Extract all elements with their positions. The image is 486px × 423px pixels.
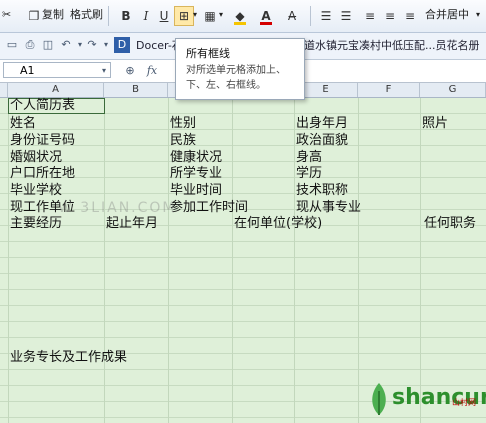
all-borders-button[interactable]: ⊞ xyxy=(174,6,194,26)
name-box[interactable]: A1 xyxy=(3,62,111,78)
copy-icon[interactable]: ❐ xyxy=(24,6,44,26)
cell[interactable]: 照片 xyxy=(422,116,448,132)
cell[interactable]: 健康状况 xyxy=(170,150,222,166)
cell[interactable]: 在何单位(学校) xyxy=(234,216,322,232)
print-icon[interactable]: ⎙ xyxy=(22,37,38,53)
grid-line xyxy=(168,98,169,423)
cell[interactable]: 起止年月 xyxy=(106,216,158,232)
cell[interactable]: 业务专长及工作成果 xyxy=(10,350,127,366)
cell[interactable]: 参加工作时间 xyxy=(170,200,248,216)
cell[interactable]: 任何职务 xyxy=(424,216,476,232)
tooltip-description: 对所选单元格添加上、下、左、右框线。 xyxy=(186,65,286,91)
divider xyxy=(108,6,109,26)
logo-subtext: 山村网 xyxy=(452,398,476,407)
cut-icon[interactable]: ✂ xyxy=(2,4,20,26)
save-icon[interactable]: ▭ xyxy=(4,37,20,53)
cell[interactable]: 学历 xyxy=(296,166,322,182)
divider xyxy=(310,6,311,26)
cell[interactable]: 姓名 xyxy=(10,116,36,132)
grid-line xyxy=(104,98,105,423)
align-top-icon[interactable]: ☰ xyxy=(316,6,336,26)
italic-button[interactable]: I xyxy=(136,6,156,26)
format-painter-button[interactable]: 格式刷 xyxy=(70,4,103,26)
cell[interactable]: 婚姻状况 xyxy=(10,150,62,166)
select-all-corner[interactable] xyxy=(0,83,8,97)
cell[interactable]: 民族 xyxy=(170,133,196,149)
cell[interactable]: 户口所在地 xyxy=(10,166,75,182)
cell[interactable]: 政治面貌 xyxy=(296,133,348,149)
align-left-icon[interactable]: ≡ xyxy=(360,6,380,26)
column-header[interactable]: B xyxy=(104,83,168,97)
grid-line xyxy=(358,98,359,423)
bold-button[interactable]: B xyxy=(116,6,136,26)
cell[interactable]: 毕业时间 xyxy=(170,183,222,199)
cell[interactable]: 毕业学校 xyxy=(10,183,62,199)
grid-line xyxy=(232,98,233,423)
cell[interactable]: 现从事专业 xyxy=(296,200,361,216)
site-logo: shancun 山村网 xyxy=(362,379,486,419)
chevron-down-icon[interactable]: ▾ xyxy=(98,37,114,53)
tab-document[interactable]: 道水镇元宝凑村中低压配...员花名册07 xyxy=(304,36,486,72)
font-color-swatch xyxy=(260,22,272,25)
cell[interactable]: 出身年月 xyxy=(296,116,348,132)
tooltip-title: 所有框线 xyxy=(186,47,230,60)
grid-line xyxy=(294,98,295,423)
merge-center-button[interactable]: 合并居中 xyxy=(425,4,469,26)
chevron-down-icon[interactable]: ▾ xyxy=(476,4,480,26)
cell[interactable]: 所学专业 xyxy=(170,166,222,182)
chevron-down-icon[interactable]: ▾ xyxy=(96,63,112,79)
column-header[interactable]: F xyxy=(358,83,420,97)
align-middle-icon[interactable]: ☰ xyxy=(336,6,356,26)
copy-button[interactable]: 复制 xyxy=(42,4,64,26)
align-right-icon[interactable]: ≡ xyxy=(400,6,420,26)
column-header[interactable]: G xyxy=(420,83,486,97)
cell[interactable]: 身高 xyxy=(296,150,322,166)
grid-line xyxy=(420,98,421,423)
fx-icon[interactable]: fx xyxy=(144,63,160,79)
cell[interactable]: 主要经历 xyxy=(10,216,62,232)
cell[interactable]: 个人简历表 xyxy=(10,98,75,114)
docer-logo-icon: D xyxy=(114,37,130,53)
fill-color-swatch xyxy=(234,22,246,25)
border-style-icon[interactable]: ▦ xyxy=(200,6,220,26)
underline-button[interactable]: U xyxy=(154,6,174,26)
chevron-down-icon[interactable]: ▾ xyxy=(193,4,197,26)
cell[interactable]: 身份证号码 xyxy=(10,133,75,149)
clear-format-icon[interactable]: A̶ xyxy=(282,6,302,26)
preview-icon[interactable]: ◫ xyxy=(40,37,56,53)
leaf-logo-icon xyxy=(372,383,386,415)
zoom-icon[interactable]: ⊕ xyxy=(122,63,138,79)
cell[interactable]: 技术职称 xyxy=(296,183,348,199)
align-center-icon[interactable]: ≡ xyxy=(380,6,400,26)
chevron-down-icon[interactable]: ▾ xyxy=(219,4,223,26)
column-header[interactable]: A xyxy=(8,83,104,97)
tooltip: 所有框线 对所选单元格添加上、下、左、右框线。 xyxy=(175,38,305,100)
watermark: W 3LIAN.COM xyxy=(58,200,177,216)
cell[interactable]: 性别 xyxy=(170,116,196,132)
grid-line xyxy=(8,98,9,423)
ribbon-toolbar: ✂ ❐ 复制 格式刷 B I U ⊞ ▾ ▦ ▾ ◆ A A̶ ☰ ☰ ≡ ≡ … xyxy=(0,0,486,33)
